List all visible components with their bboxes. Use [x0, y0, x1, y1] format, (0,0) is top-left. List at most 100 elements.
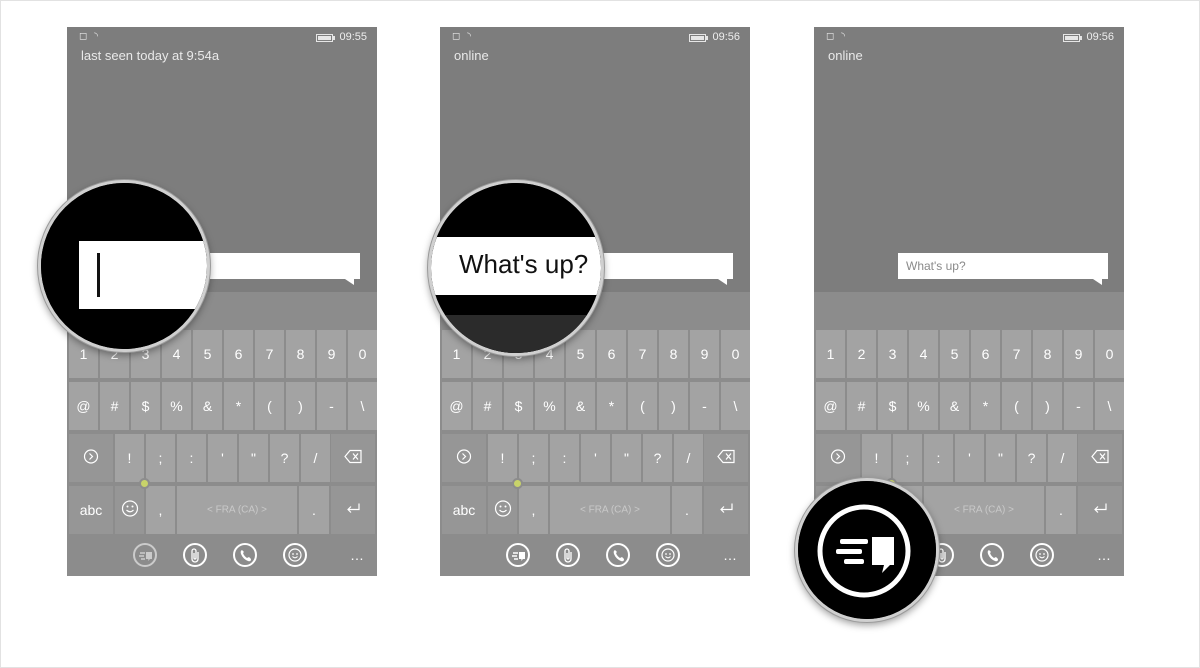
key-punct-3[interactable]: '	[208, 434, 237, 482]
key-punct-2[interactable]: :	[924, 434, 953, 482]
key-sym-4[interactable]: &	[566, 382, 595, 430]
key-punct-1[interactable]: ;	[519, 434, 548, 482]
emoji-key[interactable]	[488, 486, 517, 534]
key-sym-9[interactable]: \	[348, 382, 377, 430]
key-punct-0[interactable]: !	[488, 434, 517, 482]
abc-key[interactable]: abc	[69, 486, 113, 534]
next-key[interactable]	[816, 434, 860, 482]
emoji-key[interactable]	[115, 486, 144, 534]
call-button[interactable]	[606, 543, 630, 567]
key-sym-2[interactable]: $	[131, 382, 160, 430]
attach-button[interactable]	[556, 543, 580, 567]
key-6[interactable]: 7	[628, 330, 657, 378]
comma-key[interactable]: ,	[146, 486, 175, 534]
enter-key[interactable]	[331, 486, 375, 534]
key-punct-4[interactable]: "	[239, 434, 268, 482]
key-sym-3[interactable]: %	[909, 382, 938, 430]
key-7[interactable]: 8	[1033, 330, 1062, 378]
key-sym-6[interactable]: (	[255, 382, 284, 430]
space-key[interactable]: < FRA (CA) >	[550, 486, 670, 534]
key-sym-5[interactable]: *	[224, 382, 253, 430]
key-sym-1[interactable]: #	[473, 382, 502, 430]
key-0[interactable]: 1	[816, 330, 845, 378]
key-sym-0[interactable]: @	[69, 382, 98, 430]
key-sym-2[interactable]: $	[504, 382, 533, 430]
message-input[interactable]: What's up?	[898, 253, 1108, 285]
backspace-key[interactable]	[704, 434, 748, 482]
key-sym-9[interactable]: \	[1095, 382, 1124, 430]
key-sym-2[interactable]: $	[878, 382, 907, 430]
key-9[interactable]: 0	[348, 330, 377, 378]
key-punct-6[interactable]: /	[1048, 434, 1077, 482]
backspace-key[interactable]	[1078, 434, 1122, 482]
key-sym-4[interactable]: &	[940, 382, 969, 430]
key-1[interactable]: 2	[847, 330, 876, 378]
send-button[interactable]	[506, 543, 530, 567]
key-punct-3[interactable]: '	[581, 434, 610, 482]
smiley-button[interactable]	[1030, 543, 1054, 567]
key-sym-6[interactable]: (	[628, 382, 657, 430]
key-sym-8[interactable]: -	[317, 382, 346, 430]
enter-key[interactable]	[1078, 486, 1122, 534]
key-6[interactable]: 7	[1002, 330, 1031, 378]
key-punct-5[interactable]: ?	[643, 434, 672, 482]
key-punct-3[interactable]: '	[955, 434, 984, 482]
abc-key[interactable]: abc	[442, 486, 486, 534]
key-punct-1[interactable]: ;	[893, 434, 922, 482]
enter-key[interactable]	[704, 486, 748, 534]
key-sym-5[interactable]: *	[971, 382, 1000, 430]
key-punct-6[interactable]: /	[301, 434, 330, 482]
key-sym-7[interactable]: )	[1033, 382, 1062, 430]
next-key[interactable]	[69, 434, 113, 482]
smiley-button[interactable]	[656, 543, 680, 567]
key-8[interactable]: 9	[690, 330, 719, 378]
key-punct-0[interactable]: !	[862, 434, 891, 482]
call-button[interactable]	[233, 543, 257, 567]
smiley-button[interactable]	[283, 543, 307, 567]
key-punct-2[interactable]: :	[550, 434, 579, 482]
key-sym-9[interactable]: \	[721, 382, 750, 430]
key-sym-1[interactable]: #	[100, 382, 129, 430]
message-input[interactable]	[204, 253, 360, 285]
key-sym-4[interactable]: &	[193, 382, 222, 430]
period-key[interactable]: .	[299, 486, 329, 534]
key-sym-6[interactable]: (	[1002, 382, 1031, 430]
key-punct-4[interactable]: "	[986, 434, 1015, 482]
key-7[interactable]: 8	[659, 330, 688, 378]
key-4[interactable]: 5	[193, 330, 222, 378]
backspace-key[interactable]	[331, 434, 375, 482]
key-punct-5[interactable]: ?	[1017, 434, 1046, 482]
key-sym-8[interactable]: -	[690, 382, 719, 430]
key-sym-7[interactable]: )	[659, 382, 688, 430]
key-5[interactable]: 6	[597, 330, 626, 378]
space-key[interactable]: < FRA (CA) >	[924, 486, 1044, 534]
key-9[interactable]: 0	[1095, 330, 1124, 378]
key-8[interactable]: 9	[1064, 330, 1093, 378]
comma-key[interactable]: ,	[519, 486, 548, 534]
send-button[interactable]	[133, 543, 157, 567]
key-sym-0[interactable]: @	[816, 382, 845, 430]
key-sym-3[interactable]: %	[535, 382, 564, 430]
period-key[interactable]: .	[1046, 486, 1076, 534]
key-7[interactable]: 8	[286, 330, 315, 378]
more-button[interactable]: …	[1097, 547, 1112, 563]
key-punct-6[interactable]: /	[674, 434, 703, 482]
key-sym-3[interactable]: %	[162, 382, 191, 430]
key-punct-0[interactable]: !	[115, 434, 144, 482]
key-8[interactable]: 9	[317, 330, 346, 378]
key-5[interactable]: 6	[971, 330, 1000, 378]
key-sym-8[interactable]: -	[1064, 382, 1093, 430]
key-sym-0[interactable]: @	[442, 382, 471, 430]
key-6[interactable]: 7	[255, 330, 284, 378]
key-punct-5[interactable]: ?	[270, 434, 299, 482]
key-punct-4[interactable]: "	[612, 434, 641, 482]
key-sym-7[interactable]: )	[286, 382, 315, 430]
key-9[interactable]: 0	[721, 330, 750, 378]
key-2[interactable]: 3	[878, 330, 907, 378]
key-punct-2[interactable]: :	[177, 434, 206, 482]
space-key[interactable]: < FRA (CA) >	[177, 486, 297, 534]
next-key[interactable]	[442, 434, 486, 482]
key-3[interactable]: 4	[909, 330, 938, 378]
period-key[interactable]: .	[672, 486, 702, 534]
key-4[interactable]: 5	[940, 330, 969, 378]
